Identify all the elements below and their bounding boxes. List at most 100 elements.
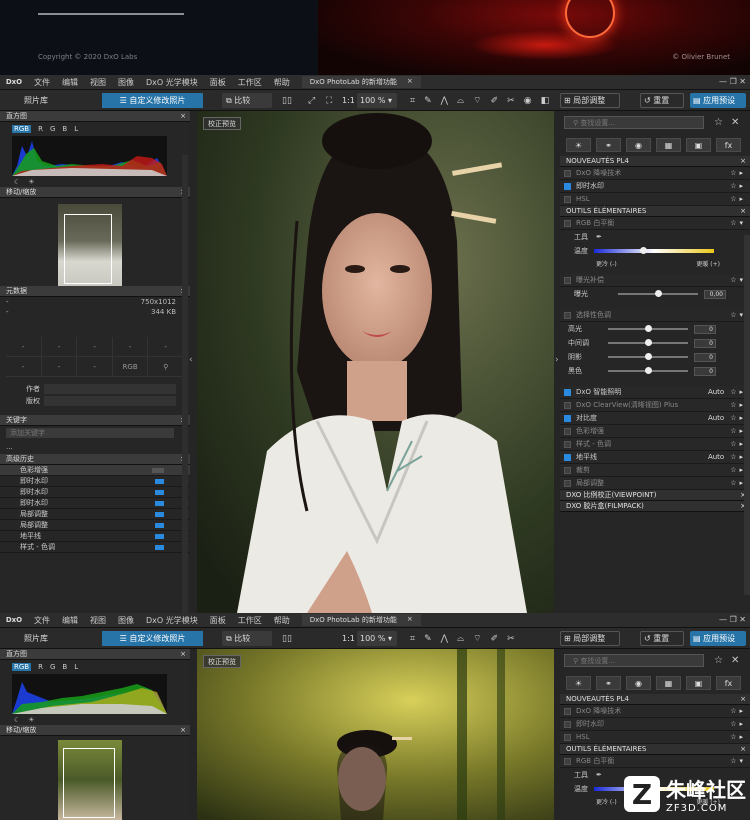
settings-search[interactable]: ⚲ 查找设置... — [564, 116, 704, 129]
split-view-icon[interactable]: ▯▯ — [282, 631, 292, 646]
customize-button[interactable]: ☰ 自定义修改照片 — [102, 93, 203, 108]
watermark-icon[interactable]: ▣ — [686, 138, 711, 152]
hist-tab-rgb[interactable]: RGB — [12, 663, 32, 671]
history-item[interactable]: 局部调整 — [0, 520, 190, 531]
keyword-input[interactable]: 添加关键字 — [6, 428, 174, 438]
perspective8-icon[interactable]: ⌔ — [473, 95, 481, 106]
tool-local-adjust[interactable]: 局部调整 ☆▸ — [560, 477, 750, 490]
section-essential-tools[interactable]: OUTILS ÉLÉMENTAIRES × — [560, 206, 750, 217]
section-viewpoint[interactable]: DXO 比例校正(VIEWPOINT)× — [560, 490, 750, 501]
history-item[interactable]: 色彩增强 — [0, 465, 190, 476]
local-adjust-button[interactable]: ⊞ 局部调整 — [560, 93, 620, 108]
detail-icon[interactable]: ◉ — [626, 676, 651, 690]
correction-preview-button[interactable]: 校正预览 — [203, 117, 241, 130]
reset-button[interactable]: ↺ 重置 — [640, 631, 684, 646]
tool-checkbox[interactable] — [564, 219, 571, 227]
tool-hsl[interactable]: HSL ☆▸ — [560, 193, 750, 206]
favorite-expand-icons[interactable]: ☆▸ — [730, 733, 746, 741]
section-new-pl4[interactable]: NOUVEAUTÉS PL4 × — [560, 694, 750, 705]
menu-panels[interactable]: 面板 — [204, 615, 232, 626]
customize-button[interactable]: ☰ 自定义修改照片 — [102, 631, 203, 646]
compare-button[interactable]: ⧉ 比较 — [222, 93, 272, 108]
hist-tab-l[interactable]: L — [74, 125, 78, 133]
tool-checkbox[interactable] — [564, 453, 571, 461]
tool-checkbox[interactable] — [564, 182, 571, 190]
shadows-slider[interactable] — [608, 353, 688, 360]
menu-workspace[interactable]: 工作区 — [232, 77, 268, 88]
blacks-slider[interactable] — [608, 367, 688, 374]
star-icon[interactable]: ☆ — [714, 655, 723, 666]
settings-search[interactable]: ⚲ 查找设置... — [564, 654, 704, 667]
close-icon[interactable]: × — [740, 157, 746, 165]
highlights-slider[interactable] — [608, 325, 688, 332]
tool-checkbox[interactable] — [564, 414, 571, 422]
eye-icon[interactable]: ◉ — [524, 96, 532, 106]
close-icon[interactable]: × — [180, 650, 186, 658]
midtones-slider[interactable] — [608, 339, 688, 346]
picker-icon[interactable]: ✎ — [424, 96, 432, 106]
slider-value[interactable]: 0 — [694, 338, 716, 348]
history-item[interactable]: 样式 - 色调 — [0, 542, 190, 553]
fill-icon[interactable]: ⛶ — [326, 93, 332, 108]
menu-file[interactable]: 文件 — [28, 615, 56, 626]
eyedropper-icon[interactable]: ✒ — [596, 233, 602, 241]
menu-image[interactable]: 图像 — [112, 77, 140, 88]
crop-icon[interactable]: ⌗ — [410, 634, 415, 644]
close-icon[interactable]: × — [740, 207, 746, 215]
close-icon[interactable]: × — [180, 726, 186, 734]
tool-checkbox[interactable] — [564, 427, 571, 435]
author-field[interactable]: 作者 — [0, 383, 190, 395]
history-item[interactable]: 即时水印 — [0, 487, 190, 498]
reset-button[interactable]: ↺ 重置 — [640, 93, 684, 108]
slider-knob[interactable] — [645, 367, 652, 374]
section-filmpack[interactable]: DXO 胶片盒(FILMPACK)× — [560, 501, 750, 512]
tool-denoise[interactable]: DxO 降噪技术 ☆▸ — [560, 167, 750, 180]
favorite-expand-icons[interactable]: ☆▾ — [730, 219, 746, 227]
menu-edit[interactable]: 编辑 — [56, 77, 84, 88]
eraser-icon[interactable]: ✂ — [507, 634, 515, 644]
section-essential-tools[interactable]: OUTILS ÉLÉMENTAIRES × — [560, 744, 750, 755]
tool-white-balance[interactable]: RGB 白平衡 ☆▾ — [560, 217, 750, 230]
menu-view[interactable]: 视图 — [84, 615, 112, 626]
sun-icon[interactable]: ☀ — [28, 716, 34, 724]
favorite-expand-icons[interactable]: ☆▾ — [730, 757, 746, 765]
keywords-header[interactable]: 关键字× — [0, 415, 190, 426]
tool-checkbox[interactable] — [564, 276, 571, 284]
menu-image[interactable]: 图像 — [112, 615, 140, 626]
zoom-select[interactable]: 100 % ▾ — [357, 93, 397, 108]
fit-icon[interactable]: ⤢ — [308, 93, 315, 108]
hist-tab-r[interactable]: R — [38, 125, 43, 133]
eraser-icon[interactable]: ✂ — [507, 96, 515, 106]
tool-watermark[interactable]: 即时水印 ☆▸ — [560, 718, 750, 731]
exposure-value[interactable]: 0,00 — [704, 289, 726, 299]
keywords-more[interactable]: ... — [0, 440, 190, 454]
slider-knob[interactable] — [645, 325, 652, 332]
menu-panels[interactable]: 面板 — [204, 77, 232, 88]
tool-clearview[interactable]: DxO ClearView(清晰视图) Plus ☆▸ — [560, 399, 750, 412]
zoom-1-1[interactable]: 1:1 — [342, 631, 355, 646]
slider-knob[interactable] — [645, 353, 652, 360]
slider-knob[interactable] — [655, 290, 662, 297]
menu-optics[interactable]: DxO 光学模块 — [140, 615, 204, 626]
tool-checkbox[interactable] — [564, 311, 571, 319]
tool-checkbox[interactable] — [564, 707, 571, 715]
close-icon[interactable]: × — [407, 77, 413, 87]
moon-icon[interactable]: ☾ — [14, 178, 20, 186]
tool-vibrancy[interactable]: 色彩增强 ☆▸ — [560, 425, 750, 438]
light-icon[interactable]: ☀ — [566, 676, 591, 690]
zoom-1-1[interactable]: 1:1 — [342, 93, 355, 108]
tool-white-balance[interactable]: RGB 白平衡 ☆▾ — [560, 755, 750, 768]
horizon-icon[interactable]: ⋀ — [441, 96, 448, 106]
slider-value[interactable]: 0 — [694, 352, 716, 362]
slider-knob[interactable] — [640, 247, 647, 254]
effects-icon[interactable]: fx — [716, 138, 741, 152]
star-icon[interactable]: ☆ — [714, 117, 723, 128]
hist-tab-g[interactable]: G — [50, 125, 55, 133]
metadata-header[interactable]: 元数据× — [0, 286, 190, 297]
tool-checkbox[interactable] — [564, 169, 571, 177]
menu-workspace[interactable]: 工作区 — [232, 615, 268, 626]
compare-button[interactable]: ⧉ 比较 — [222, 631, 272, 646]
window-controls[interactable]: — ❐ ✕ — [719, 77, 746, 86]
favorite-expand-icons[interactable]: ☆▸ — [730, 720, 746, 728]
crop-icon[interactable]: ⌗ — [410, 96, 415, 106]
